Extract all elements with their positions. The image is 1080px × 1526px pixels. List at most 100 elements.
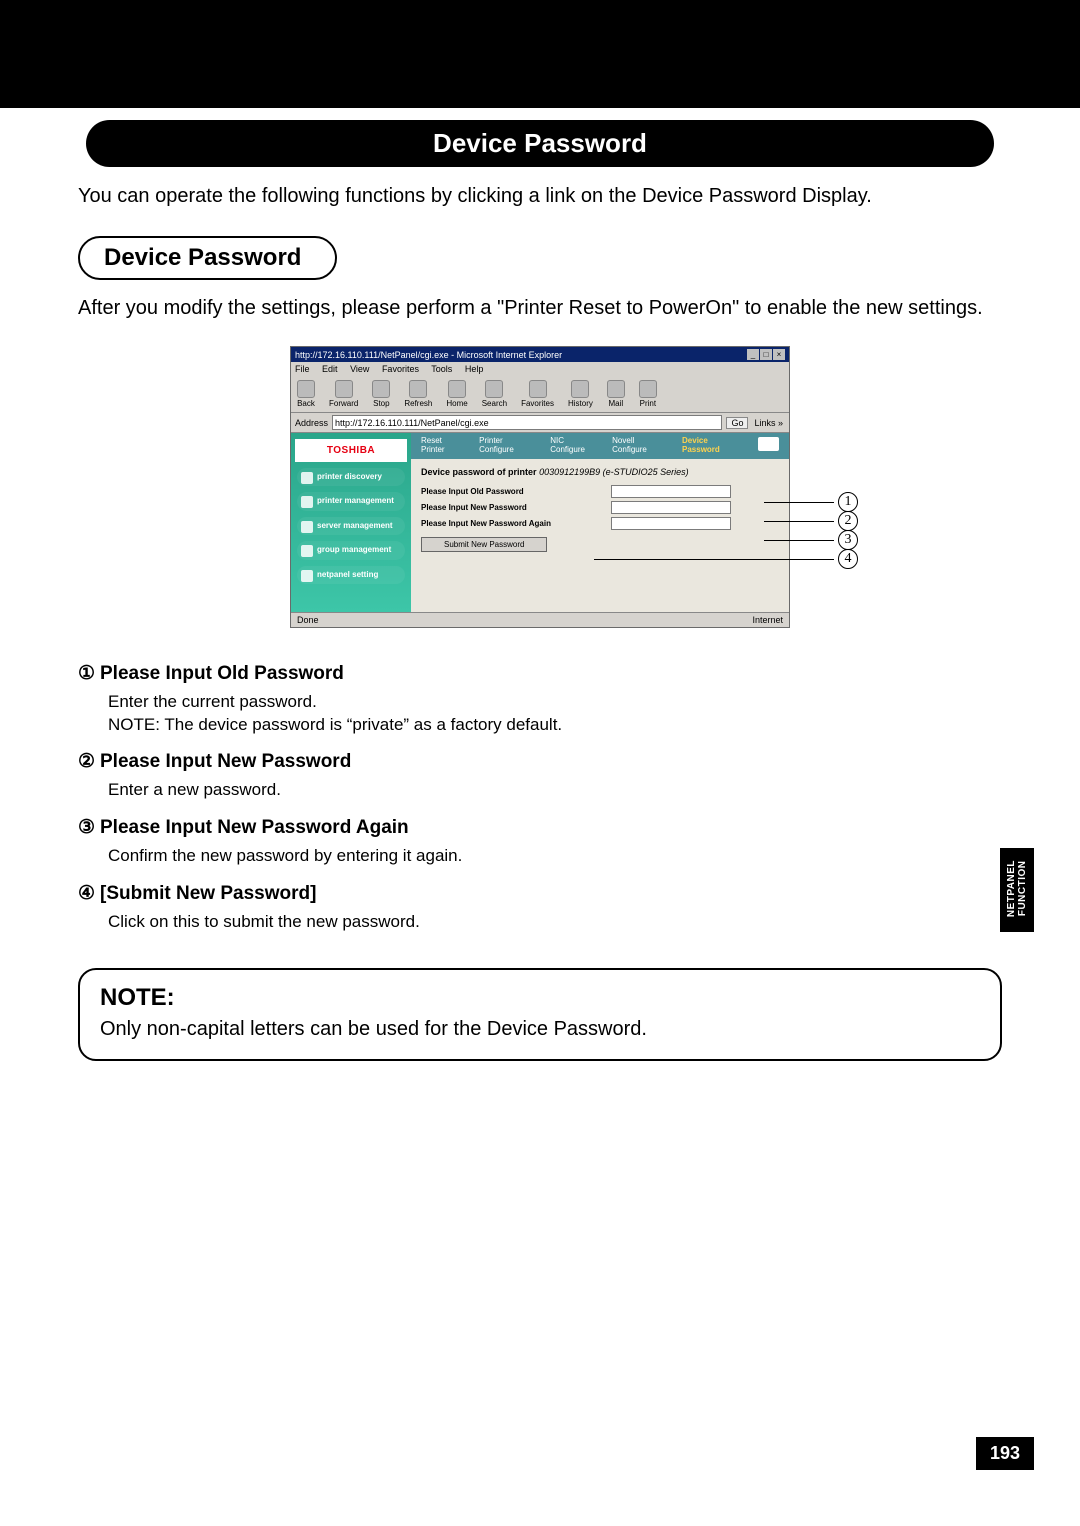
sidebar-item-printer-management[interactable]: printer management <box>297 492 405 510</box>
callout-3-number: 3 <box>838 530 858 550</box>
toolbar-stop[interactable]: Stop <box>372 380 390 408</box>
sidebar: TOSHIBA printer discovery printer manage… <box>291 433 411 612</box>
subsection-title-pill: Device Password <box>78 236 337 280</box>
brand-logo: TOSHIBA <box>295 439 407 462</box>
callout-1-number: 1 <box>838 492 858 512</box>
menu-view[interactable]: View <box>350 364 369 374</box>
item-1-marker: ① <box>78 662 100 685</box>
maximize-icon[interactable]: □ <box>760 349 772 360</box>
address-label: Address <box>295 418 328 428</box>
item-1-title: Please Input Old Password <box>100 663 344 684</box>
window-buttons: _□× <box>746 349 785 360</box>
label-new-password: Please Input New Password <box>421 503 611 512</box>
back-icon <box>297 380 315 398</box>
item-4: ④[Submit New Password] Click on this to … <box>78 882 1002 934</box>
item-3-title: Please Input New Password Again <box>100 817 409 838</box>
close-icon[interactable]: × <box>773 349 785 360</box>
toolbar-mail[interactable]: Mail <box>607 380 625 408</box>
history-icon <box>571 380 589 398</box>
menu-edit[interactable]: Edit <box>322 364 338 374</box>
item-1: ①Please Input Old Password Enter the cur… <box>78 662 1002 737</box>
links-button[interactable]: Links » <box>752 418 785 428</box>
toolbar-back[interactable]: Back <box>297 380 315 408</box>
toolbar-home[interactable]: Home <box>446 380 467 408</box>
numbered-items: ①Please Input Old Password Enter the cur… <box>78 662 1002 935</box>
intro-paragraph: You can operate the following functions … <box>78 183 1002 210</box>
tab-novell-configure[interactable]: Novell Configure <box>612 437 668 455</box>
menu-tools[interactable]: Tools <box>431 364 452 374</box>
item-3-marker: ③ <box>78 816 100 839</box>
callout-2: 2 <box>764 511 858 531</box>
status-zone: Internet <box>752 615 783 625</box>
note-heading: NOTE: <box>100 984 980 1012</box>
input-new-password[interactable] <box>611 501 731 514</box>
window-title: http://172.16.110.111/NetPanel/cgi.exe -… <box>295 350 562 360</box>
tabstrip: Reset Printer Printer Configure NIC Conf… <box>411 433 789 459</box>
search-icon <box>485 380 503 398</box>
web-content: TOSHIBA printer discovery printer manage… <box>291 433 789 612</box>
note-body: Only non-capital letters can be used for… <box>100 1018 980 1041</box>
item-2-title: Please Input New Password <box>100 751 351 772</box>
sidebar-item-printer-discovery[interactable]: printer discovery <box>297 468 405 486</box>
sidebar-item-server-management[interactable]: server management <box>297 517 405 535</box>
main-panel: Reset Printer Printer Configure NIC Conf… <box>411 433 789 612</box>
status-done: Done <box>297 615 319 625</box>
item-2-body: Enter a new password. <box>108 779 1002 802</box>
panel-heading: Device password of printer 0030912199B9 … <box>421 467 779 477</box>
minimize-icon[interactable]: _ <box>747 349 759 360</box>
panel-body: Device password of printer 0030912199B9 … <box>411 459 789 612</box>
go-button[interactable]: Go <box>726 417 748 429</box>
address-bar: Address Go Links » <box>291 413 789 433</box>
menu-help[interactable]: Help <box>465 364 484 374</box>
input-old-password[interactable] <box>611 485 731 498</box>
item-3: ③Please Input New Password Again Confirm… <box>78 816 1002 868</box>
item-4-title: [Submit New Password] <box>100 883 316 904</box>
screenshot-figure: http://172.16.110.111/NetPanel/cgi.exe -… <box>78 346 1002 628</box>
submit-password-button[interactable]: Submit New Password <box>421 537 547 552</box>
tab-reset-printer[interactable]: Reset Printer <box>421 437 465 455</box>
section-title-pill: Device Password <box>86 120 994 167</box>
toolbar-refresh[interactable]: Refresh <box>404 380 432 408</box>
help-icon[interactable] <box>758 437 779 451</box>
tab-printer-configure[interactable]: Printer Configure <box>479 437 536 455</box>
tab-nic-configure[interactable]: NIC Configure <box>550 437 598 455</box>
callout-1: 1 <box>764 492 858 512</box>
row-old-password: Please Input Old Password <box>421 485 779 498</box>
callout-2-number: 2 <box>838 511 858 531</box>
item-2: ②Please Input New Password Enter a new p… <box>78 750 1002 802</box>
toolbar-forward[interactable]: Forward <box>329 380 358 408</box>
label-old-password: Please Input Old Password <box>421 487 611 496</box>
note-box: NOTE: Only non-capital letters can be us… <box>78 968 1002 1061</box>
item-1-body: Enter the current password. NOTE: The de… <box>108 691 1002 737</box>
address-input[interactable] <box>332 415 722 430</box>
toolbar-history[interactable]: History <box>568 380 593 408</box>
toolbar-search[interactable]: Search <box>482 380 507 408</box>
mail-icon <box>607 380 625 398</box>
callout-3: 3 <box>764 530 858 550</box>
browser-menubar: File Edit View Favorites Tools Help <box>291 362 789 376</box>
forward-icon <box>335 380 353 398</box>
side-tab: NETPANELFUNCTION <box>1000 848 1034 932</box>
favorites-icon <box>529 380 547 398</box>
input-new-password-again[interactable] <box>611 517 731 530</box>
tab-device-password[interactable]: Device Password <box>682 437 744 455</box>
item-4-marker: ④ <box>78 882 100 905</box>
menu-file[interactable]: File <box>295 364 310 374</box>
panel-heading-id: 0030912199B9 (e-STUDIO25 Series) <box>539 467 689 477</box>
toolbar-favorites[interactable]: Favorites <box>521 380 554 408</box>
sidebar-item-group-management[interactable]: group management <box>297 541 405 559</box>
callout-4: 4 <box>594 549 858 569</box>
print-icon <box>639 380 657 398</box>
top-black-strip <box>0 0 1080 108</box>
toolbar-print[interactable]: Print <box>639 380 657 408</box>
subsection-paragraph: After you modify the settings, please pe… <box>78 294 1002 322</box>
side-tab-line1: NETPANEL <box>1006 860 1017 917</box>
menu-favorites[interactable]: Favorites <box>382 364 419 374</box>
item-3-body: Confirm the new password by entering it … <box>108 845 1002 868</box>
callout-4-number: 4 <box>838 549 858 569</box>
row-new-password: Please Input New Password <box>421 501 779 514</box>
sidebar-item-netpanel-setting[interactable]: netpanel setting <box>297 566 405 584</box>
side-tab-line2: FUNCTION <box>1017 861 1028 917</box>
item-4-body: Click on this to submit the new password… <box>108 911 1002 934</box>
row-new-password-again: Please Input New Password Again <box>421 517 779 530</box>
